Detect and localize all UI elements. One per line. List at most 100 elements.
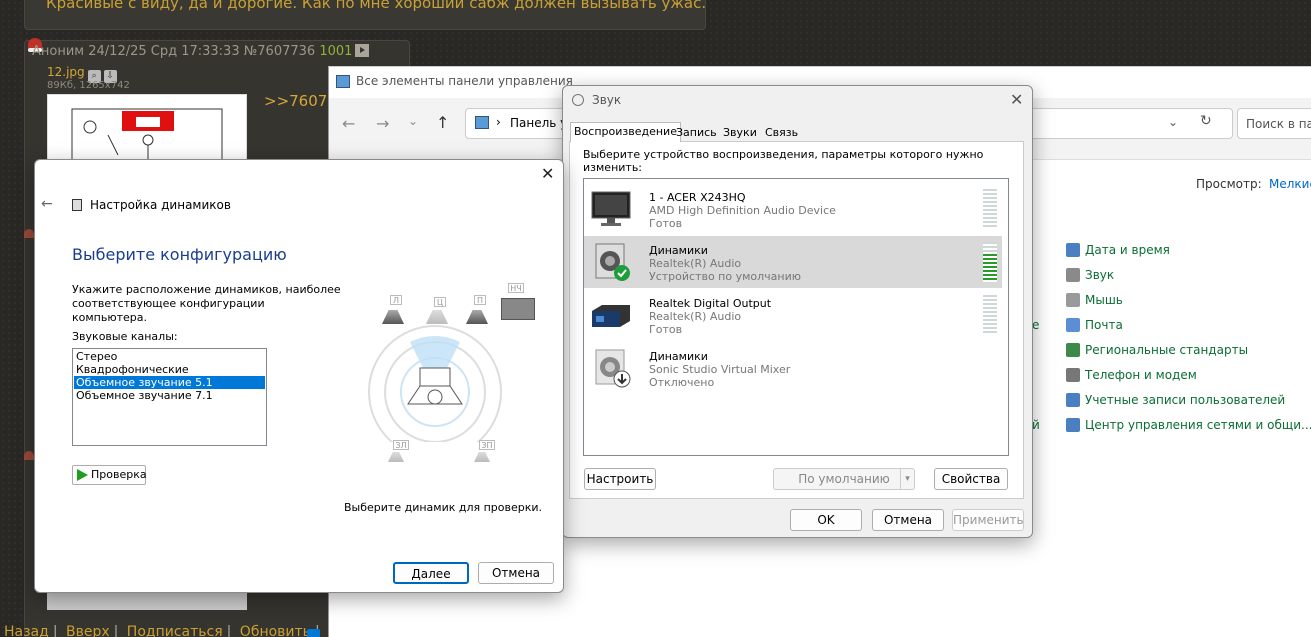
network-icon — [1066, 418, 1080, 432]
speaker-icon — [1066, 268, 1080, 282]
cancel-button[interactable]: Отмена — [872, 509, 944, 531]
speaker-label-rear-right: ЗП — [479, 440, 495, 450]
tab-playback[interactable]: Воспроизведение — [570, 122, 681, 142]
device-row[interactable]: Realtek Digital Output Realtek(R) Audio … — [584, 289, 1002, 341]
santa-hat-icon — [24, 229, 34, 238]
channels-label: Звуковые каналы: — [72, 330, 178, 343]
room-diagram — [368, 325, 502, 442]
tab-recording[interactable]: Запись — [673, 124, 720, 142]
chevron-down-icon[interactable]: ⌄ — [408, 114, 418, 128]
close-icon[interactable]: ✕ — [1010, 90, 1023, 109]
set-default-button[interactable]: По умолчанию ▾ — [773, 468, 915, 490]
thumbnail-drawing — [71, 108, 223, 159]
post-number[interactable]: №7607736 — [244, 44, 315, 59]
post-likes[interactable]: 1001 — [319, 44, 352, 59]
image-thumbnail-bottom[interactable] — [47, 592, 247, 610]
device-status: Готов — [649, 323, 683, 336]
channel-option[interactable]: Стерео — [74, 350, 265, 363]
speaker-label-center: Ц — [434, 297, 446, 307]
properties-button[interactable]: Свойства — [934, 468, 1008, 490]
speaker-disabled-icon — [595, 349, 631, 388]
control-panel-title: Все элементы панели управления — [356, 74, 573, 88]
tab-sounds[interactable]: Звуки — [720, 124, 760, 142]
speaker-label-sub: НЧ — [508, 283, 524, 293]
nav-top-link[interactable]: Вверх — [66, 624, 110, 637]
volume-meter — [983, 295, 997, 335]
volume-meter — [983, 189, 997, 229]
close-icon[interactable]: ✕ — [541, 164, 554, 183]
santa-hat-icon — [24, 451, 34, 460]
cutoff-item-edge: й — [1032, 418, 1040, 432]
chevron-down-icon[interactable]: ▾ — [900, 469, 914, 489]
cp-item-mail[interactable]: Почта — [1066, 318, 1123, 332]
file-meta: 89Кб, 1265x742 — [47, 80, 130, 91]
reply-link[interactable]: >>7607 — [264, 92, 327, 110]
nav-refresh-link[interactable]: Обновить — [240, 624, 311, 637]
address-folder-icon — [475, 116, 489, 129]
control-panel-icon — [336, 75, 350, 88]
device-name: Realtek Digital Output — [649, 297, 772, 310]
view-label: Просмотр: — [1196, 177, 1262, 191]
subwoofer-icon[interactable] — [501, 298, 535, 320]
device-driver: AMD High Definition Audio Device — [649, 204, 836, 217]
nav-back-link[interactable]: Назад — [4, 624, 49, 637]
ok-button[interactable]: OK — [790, 509, 862, 531]
device-driver: Sonic Studio Virtual Mixer — [649, 363, 791, 376]
sound-dialog-title: Звук — [592, 93, 622, 107]
speaker-setup-title: Настройка динамиков — [90, 198, 231, 212]
device-row-selected[interactable]: Динамики Realtek(R) Audio Устройство по … — [584, 236, 1002, 288]
post-date: 24/12/25 Срд 17:33:33 — [88, 44, 240, 59]
back-arrow-icon[interactable]: ← — [342, 114, 355, 133]
tab-communications[interactable]: Связь — [762, 124, 801, 142]
channel-option-selected[interactable]: Объемное звучание 5.1 — [74, 376, 265, 389]
search-input[interactable]: Поиск в пан — [1246, 117, 1311, 131]
device-status: Готов — [649, 217, 683, 230]
auto-refresh-checkbox[interactable] — [307, 629, 320, 637]
device-name: Динамики — [649, 244, 708, 257]
cp-item-user-accounts[interactable]: Учетные записи пользователей — [1066, 393, 1285, 407]
cp-item-network-center[interactable]: Центр управления сетями и общи... — [1066, 418, 1311, 432]
monitor-icon — [591, 191, 631, 226]
cancel-button[interactable]: Отмена — [478, 562, 554, 584]
cp-item-datetime[interactable]: Дата и время — [1066, 243, 1170, 257]
nav-subscribe-link[interactable]: Подписаться — [127, 624, 223, 637]
file-name[interactable]: 12.jpg — [47, 65, 85, 79]
mouse-icon — [1066, 293, 1080, 307]
speaker-setup-icon — [72, 199, 82, 211]
globe-icon — [1066, 343, 1080, 357]
cp-item-sound[interactable]: Звук — [1066, 268, 1114, 282]
speaker-label-front-right: П — [474, 295, 486, 305]
page-heading: Выберите конфигурацию — [72, 245, 287, 264]
up-arrow-icon[interactable]: ↑ — [436, 113, 449, 132]
speaker-label-rear-left: ЗЛ — [393, 440, 409, 450]
forward-arrow-icon[interactable]: → — [376, 114, 389, 133]
instruction-text: Укажите расположение динамиков, наиболее… — [72, 283, 341, 324]
cp-item-region[interactable]: Региональные стандарты — [1066, 343, 1248, 357]
device-row[interactable]: Динамики Sonic Studio Virtual Mixer Откл… — [584, 342, 1002, 394]
channel-option[interactable]: Объемное звучание 7.1 — [74, 389, 265, 402]
view-mode-link[interactable]: Мелкие — [1269, 177, 1311, 191]
calendar-clock-icon — [1066, 243, 1080, 257]
apply-button[interactable]: Применить — [952, 509, 1024, 531]
back-arrow-icon[interactable]: ← — [41, 196, 53, 212]
device-status: Отключено — [649, 376, 715, 389]
image-thumbnail[interactable] — [47, 94, 247, 160]
cp-item-phone-modem[interactable]: Телефон и модем — [1066, 368, 1197, 382]
speaker-label-front-left: Л — [390, 295, 402, 305]
refresh-icon[interactable]: ↻ — [1200, 113, 1212, 129]
configure-button[interactable]: Настроить — [584, 468, 656, 490]
users-icon — [1066, 393, 1080, 407]
channel-option[interactable]: Квадрофонические — [74, 363, 265, 376]
device-row[interactable]: 1 - ACER X243HQ AMD High Definition Audi… — [584, 183, 1002, 235]
speaker-default-icon — [595, 243, 630, 281]
device-name: Динамики — [649, 350, 708, 363]
next-button[interactable]: Далее — [393, 562, 469, 584]
mail-icon — [1066, 318, 1080, 332]
post-header: Аноним 24/12/25 Срд 17:33:33 №7607736 10… — [32, 44, 370, 59]
test-hint: Выберите динамик для проверки. — [344, 501, 543, 514]
play-icon[interactable] — [355, 44, 370, 57]
test-button[interactable]: Проверка — [72, 465, 147, 485]
address-dropdown-icon[interactable]: ⌄ — [1168, 115, 1178, 129]
previous-post-text: Красивые с виду, да и дорогие. Как по мн… — [46, 0, 707, 12]
cp-item-mouse[interactable]: Мышь — [1066, 293, 1123, 307]
